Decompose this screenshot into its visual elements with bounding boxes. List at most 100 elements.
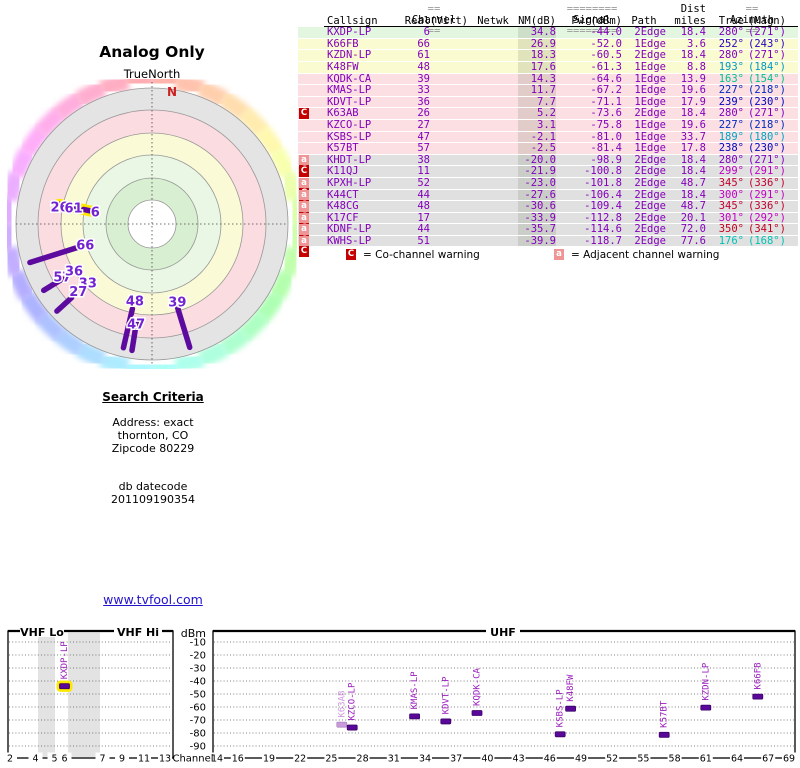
cell-virt-channel [430, 201, 468, 212]
channel-tick-label: 58 [669, 754, 681, 765]
cell-callsign: KWHS-LP [327, 234, 372, 247]
azimuth-color-ring-segment [278, 170, 303, 203]
cell-nm-db: -21.9 [518, 166, 556, 177]
cell-path: 1Edge [634, 72, 666, 85]
cell-path: 2Edge [634, 165, 666, 178]
azimuth-group-header: == Azimuth == [706, 4, 798, 36]
cell-network [468, 108, 518, 119]
cell-pwr-dbm: -73.6 [590, 107, 622, 120]
cell-real-channel: 6 [423, 26, 430, 39]
cell-network [468, 50, 518, 61]
cell-virt-channel [430, 213, 468, 224]
warning-legend: C = Co-channel warning a = Adjacent channe… [0, 249, 800, 263]
adjacent-warning-badge: a [299, 154, 309, 166]
cell-real-channel: 33 [417, 84, 430, 97]
cell-path: 1Edge [634, 60, 666, 73]
channel-tick-label: 46 [544, 754, 556, 765]
col-header-virt: (Virt) [430, 14, 468, 28]
warning-badges: C [298, 166, 324, 177]
warning-badges [298, 143, 324, 154]
cell-dist-miles: 8.8 [687, 60, 706, 73]
dbm-tick-label: -70 [190, 716, 206, 727]
station-label: KMAS-LP [410, 671, 420, 710]
channel-tick-label: 19 [263, 754, 275, 765]
cell-pwr-dbm: -64.6 [590, 72, 622, 85]
cell-callsign: KQDK-CA [327, 72, 372, 85]
cell-azimuth-true: 163° [718, 72, 744, 85]
cell-nm-db: -39.9 [518, 236, 556, 247]
cell-callsign: KPXH-LP [327, 176, 372, 189]
table-row: K48FW 48 17.6 -61.3 1Edge 8.8 193° (184°) [298, 62, 798, 74]
azimuth-color-ring-segment [98, 350, 131, 375]
cell-dist-miles: 18.4 [680, 49, 706, 62]
adjacent-warning-badge: a [299, 189, 309, 200]
cell-virt-channel [430, 224, 468, 235]
cell-nm-db: 14.3 [518, 73, 556, 85]
cell-azimuth-true: 345° [718, 176, 744, 189]
cell-real-channel: 57 [417, 142, 430, 155]
cell-dist-miles: 48.7 [680, 176, 706, 189]
station-bar [336, 721, 348, 728]
cell-azimuth-true: 227° [718, 84, 744, 97]
adjacent-warning-badge: a [554, 249, 564, 260]
cell-virt-channel [430, 62, 468, 73]
cell-dist-miles: 3.6 [687, 37, 706, 50]
cell-azimuth-true: 193° [718, 60, 744, 73]
channel-group-header: == Channel == [400, 4, 468, 36]
cell-network [468, 190, 518, 201]
cell-real-channel: 11 [417, 165, 430, 178]
cell-azimuth-true: 301° [718, 211, 744, 224]
cell-azimuth-magnetic: (230°) [748, 95, 786, 108]
channel-tick-label: 67 [762, 754, 774, 765]
cell-nm-db: 5.2 [518, 108, 556, 119]
cell-path: 1Edge [634, 118, 666, 131]
warning-badges [298, 85, 324, 96]
cell-callsign: K48FW [327, 60, 359, 73]
cell-dist-miles: 20.1 [680, 211, 706, 224]
table-row: KMAS-LP 33 11.7 -67.2 1Edge 19.6 227° (218°) [298, 85, 798, 97]
cell-azimuth-magnetic: (218°) [748, 84, 786, 97]
cell-real-channel: 47 [417, 130, 430, 143]
cell-azimuth-magnetic: (291°) [748, 165, 786, 178]
cell-pwr-dbm: -98.9 [590, 153, 622, 166]
cell-real-channel: 38 [417, 153, 430, 166]
dist-group-header: Dist [680, 3, 706, 15]
cell-virt-channel [430, 132, 468, 143]
channel-tick-label: 37 [450, 754, 462, 765]
tvfool-link[interactable]: www.tvfool.com [103, 592, 203, 607]
cell-path: 2Edge [634, 188, 666, 201]
cell-path: 2Edge [634, 211, 666, 224]
page-title: Analog Only [99, 43, 205, 61]
channel-tick-label: 31 [388, 754, 400, 765]
dbm-tick-label: -40 [190, 677, 206, 688]
search-criteria: Search Criteria Address: exact thornton,… [78, 390, 228, 506]
cell-dist-miles: 13.9 [680, 72, 706, 85]
cell-nm-db: -30.6 [518, 201, 556, 212]
cell-virt-channel [430, 236, 468, 247]
cell-pwr-dbm: -100.8 [584, 165, 622, 178]
cell-nm-db: 17.6 [518, 62, 556, 73]
station-bar [752, 693, 764, 700]
cell-callsign: K48CG [327, 200, 359, 213]
warning-badges: C [298, 108, 324, 119]
radar-channel-label: 6 [91, 205, 100, 220]
table-row: a C KWHS-LP 51 -39.9 -118.7 2Edge 77.6 176° (168°… [298, 234, 798, 257]
station-label: KZCO-LP [348, 682, 358, 721]
azimuth-color-ring-segment [1, 170, 26, 203]
cell-network [468, 236, 518, 247]
dbm-tick-label: -60 [190, 703, 206, 714]
table-group-header-row: == Channel == ======== Signal ======== Dist == A… [298, 3, 798, 36]
cell-pwr-dbm: -75.8 [590, 118, 622, 131]
cell-virt-channel [430, 50, 468, 61]
cell-callsign: K11QJ [327, 165, 359, 178]
cell-path: 1Edge [634, 95, 666, 108]
adjacent-warning-badge: a [299, 224, 309, 235]
channel-tick-label: 5 [51, 754, 57, 765]
cell-azimuth-true: 189° [718, 130, 744, 143]
cell-path: 2Edge [634, 49, 666, 62]
dbm-tick-label: -90 [190, 742, 206, 753]
cell-real-channel: 36 [417, 95, 430, 108]
cell-virt-channel [430, 120, 468, 131]
